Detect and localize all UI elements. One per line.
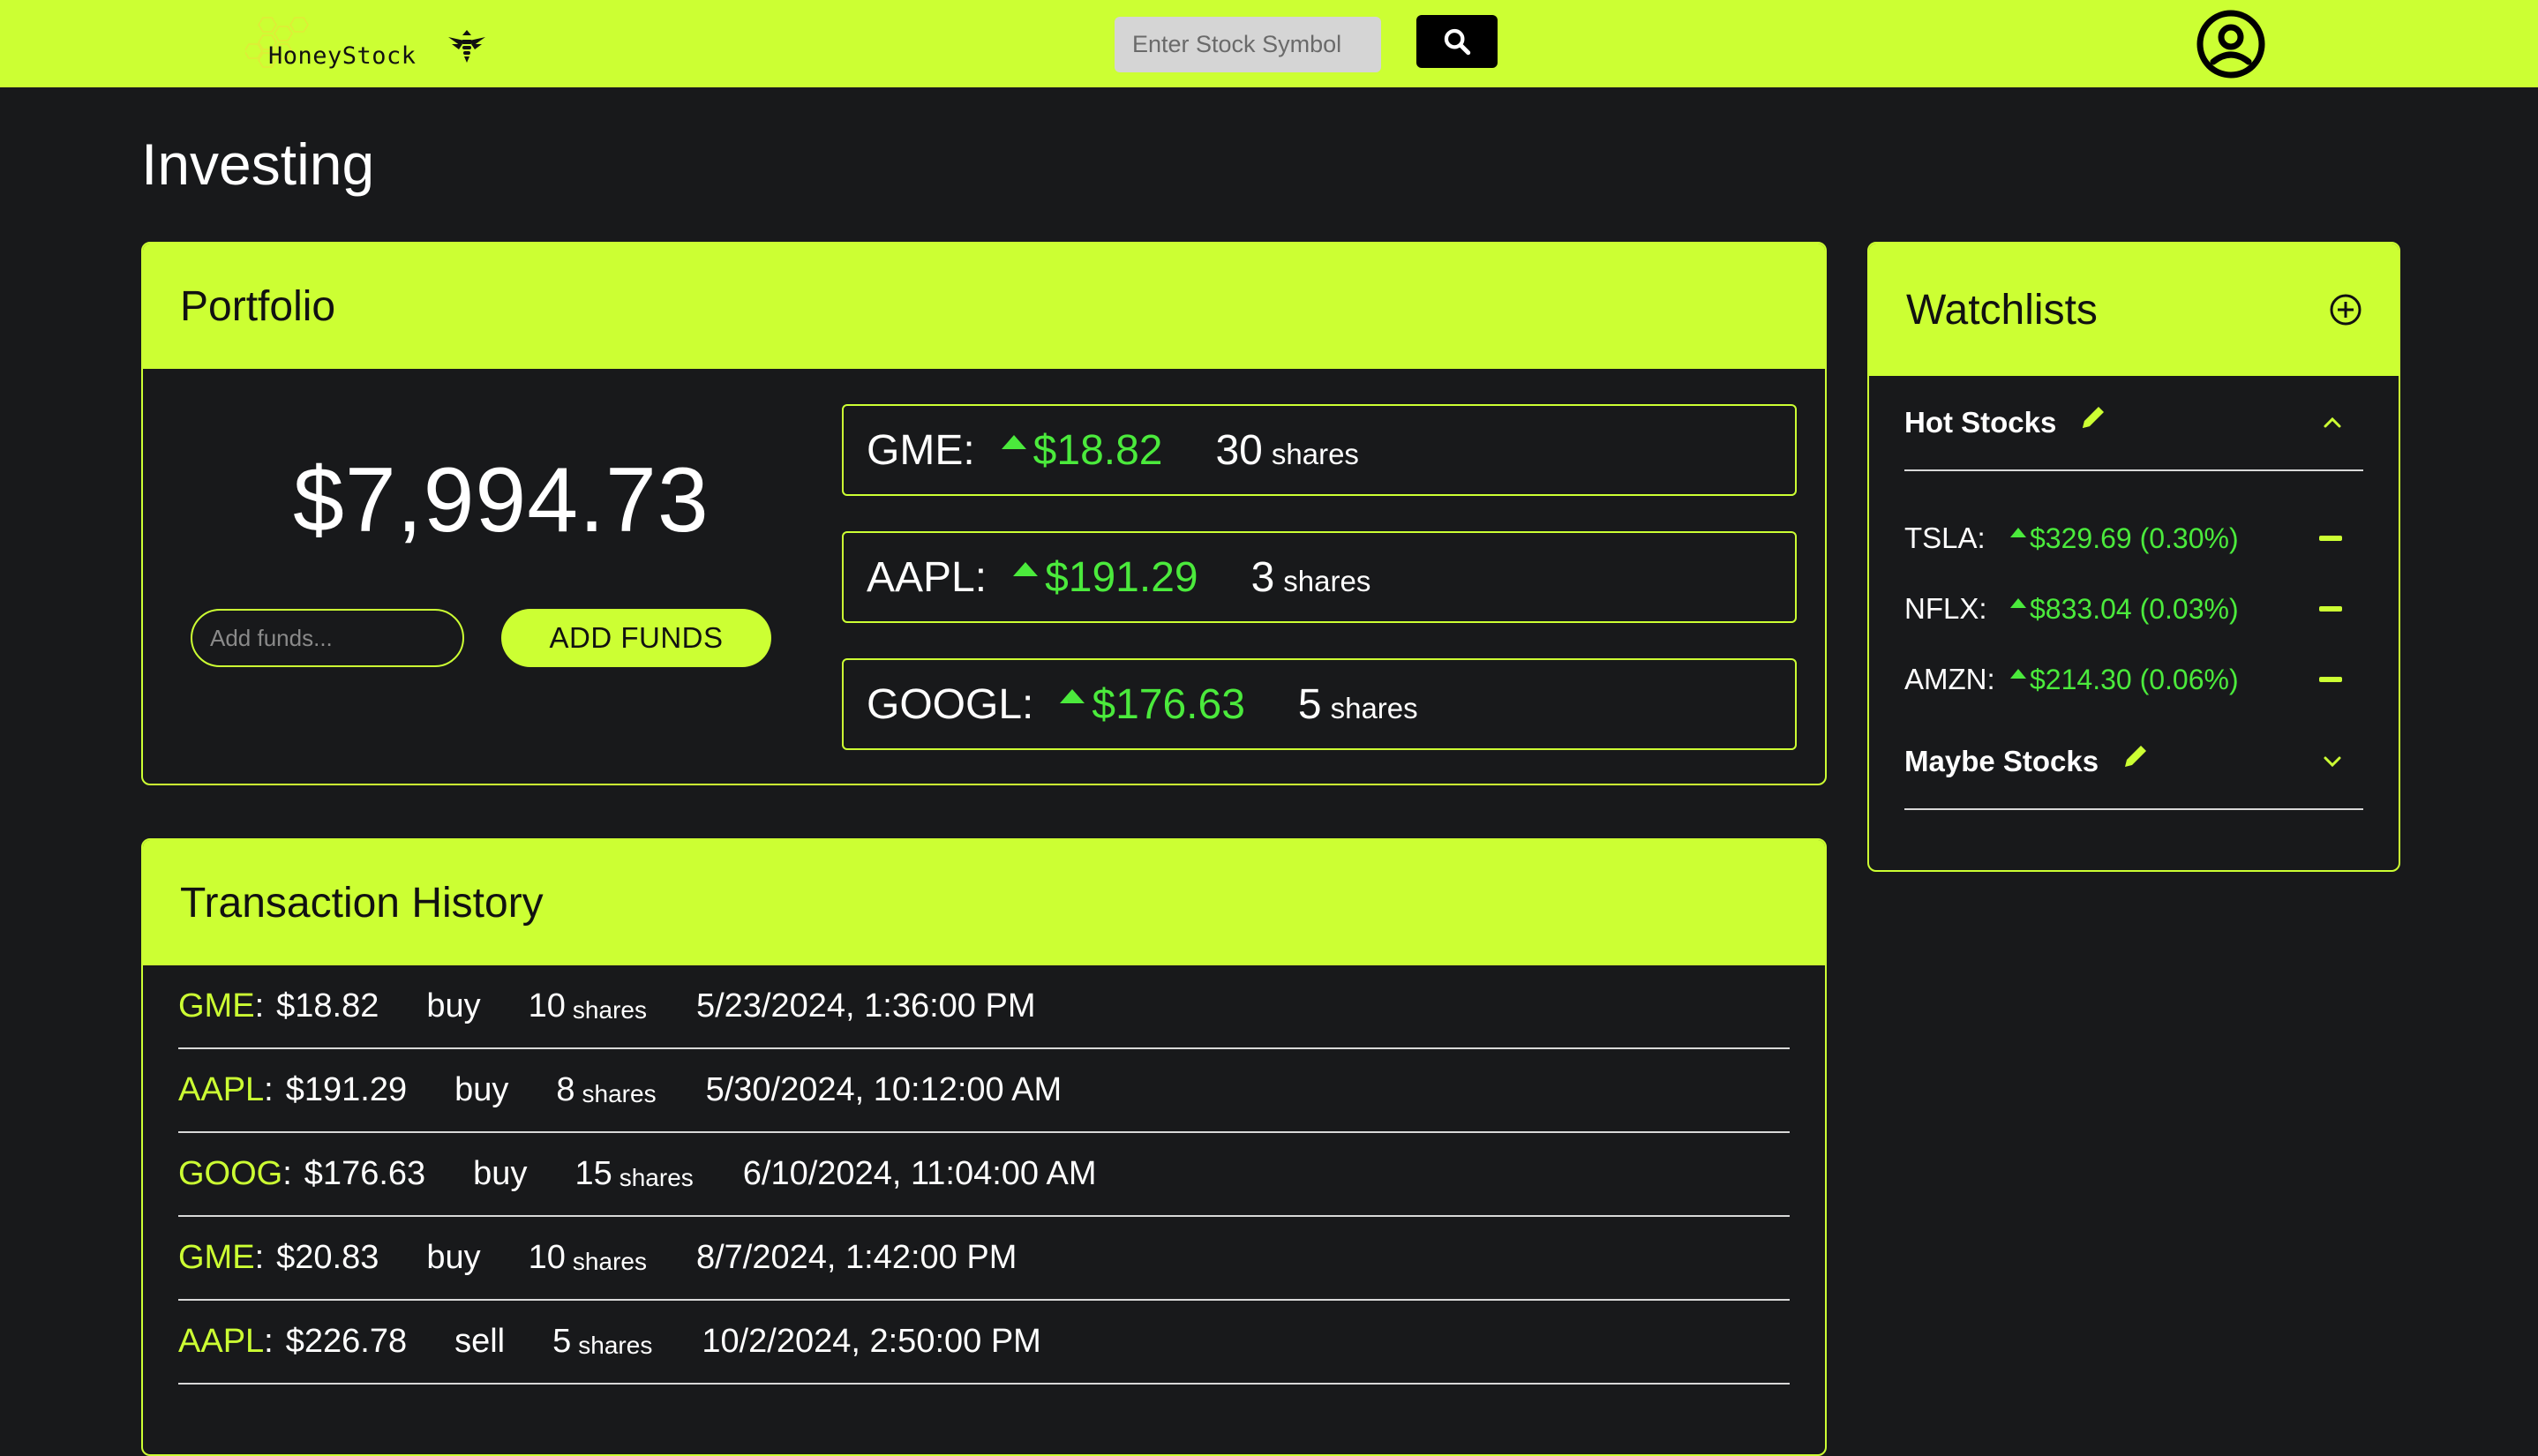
watchlist-price: $833.04 (0.03%) <box>2030 592 2239 625</box>
tx-type: buy <box>426 1239 481 1276</box>
logo-text: HoneyStock <box>268 42 417 70</box>
holding-unit: shares <box>1330 692 1418 724</box>
tx-quantity: 15 <box>574 1155 612 1192</box>
search-icon <box>1444 28 1471 56</box>
holding-unit: shares <box>1271 438 1359 470</box>
page-title: Investing <box>141 131 375 197</box>
bee-icon <box>448 30 485 63</box>
holding-quantity: 30 <box>1215 426 1263 474</box>
tx-date: 8/7/2024, 1:42:00 PM <box>695 1239 1017 1276</box>
top-navbar: HoneyStock <box>0 0 2538 87</box>
holding-row[interactable]: GOOGL: $176.63 5 shares <box>842 658 1797 750</box>
watchlist-price: $214.30 (0.06%) <box>2030 663 2239 695</box>
transaction-row: GME: $18.82 buy 10 shares 5/23/2024, 1:3… <box>178 965 1790 1049</box>
tx-price: $191.29 <box>285 1071 408 1108</box>
tx-quantity: 8 <box>556 1071 575 1108</box>
holding-symbol: GME: <box>867 426 975 474</box>
up-arrow-icon <box>2010 597 2026 608</box>
holding-row[interactable]: GME: $18.82 30 shares <box>842 404 1797 496</box>
transaction-history-header: Transaction History <box>143 840 1825 965</box>
watchlist-item[interactable]: TSLA: $329.69 (0.30%) <box>1904 512 2363 565</box>
holding-price: $176.63 <box>1092 680 1245 728</box>
tx-symbol[interactable]: AAPL <box>178 1323 264 1361</box>
search-button[interactable] <box>1416 15 1498 68</box>
watchlist-name: Hot Stocks <box>1904 406 2057 439</box>
up-arrow-icon <box>1060 689 1085 703</box>
holding-symbol: GOOGL: <box>867 680 1034 728</box>
remove-icon[interactable] <box>2319 536 2342 541</box>
watchlist-symbol: AMZN: <box>1904 663 1995 695</box>
tx-quantity: 10 <box>528 987 566 1024</box>
stock-search-input[interactable] <box>1115 17 1381 72</box>
tx-unit: shares <box>578 1331 653 1359</box>
pencil-icon[interactable] <box>2077 402 2109 433</box>
tx-type: sell <box>454 1323 506 1360</box>
tx-unit: shares <box>582 1079 657 1107</box>
add-funds-button[interactable]: ADD FUNDS <box>501 609 771 667</box>
tx-unit: shares <box>619 1163 694 1191</box>
add-funds-input[interactable] <box>191 609 464 667</box>
up-arrow-icon <box>1013 562 1039 576</box>
holding-unit: shares <box>1283 565 1371 597</box>
holding-price: $191.29 <box>1045 553 1198 601</box>
tx-price: $176.63 <box>304 1155 426 1192</box>
tx-unit: shares <box>572 1247 647 1275</box>
remove-icon[interactable] <box>2319 677 2342 682</box>
tx-symbol[interactable]: GME <box>178 987 255 1025</box>
tx-quantity: 10 <box>528 1239 566 1276</box>
watchlist-header-maybe-stocks[interactable]: Maybe Stocks <box>1904 715 2363 810</box>
watchlists-card: Watchlists Hot Stocks TSLA: $329.69 (0.3… <box>1867 242 2400 872</box>
holding-row[interactable]: AAPL: $191.29 3 shares <box>842 531 1797 623</box>
transaction-row: GOOG: $176.63 buy 15 shares 6/10/2024, 1… <box>178 1133 1790 1217</box>
transaction-history-card: Transaction History GME: $18.82 buy 10 s… <box>141 838 1827 1456</box>
tx-price: $20.83 <box>276 1239 379 1276</box>
up-arrow-icon <box>2010 668 2026 679</box>
watchlist-header-hot-stocks[interactable]: Hot Stocks <box>1904 376 2363 471</box>
transaction-history-title: Transaction History <box>180 879 544 927</box>
chevron-down-icon[interactable] <box>2321 750 2344 773</box>
tx-type: buy <box>454 1071 509 1108</box>
tx-date: 10/2/2024, 2:50:00 PM <box>702 1323 1041 1360</box>
tx-price: $226.78 <box>285 1323 408 1360</box>
tx-unit: shares <box>572 995 647 1024</box>
tx-date: 5/23/2024, 1:36:00 PM <box>695 987 1036 1024</box>
logo[interactable]: HoneyStock <box>245 12 422 79</box>
chevron-up-icon[interactable] <box>2321 411 2344 434</box>
portfolio-card: Portfolio $7,994.73 ADD FUNDS GME: $18.8… <box>141 242 1827 785</box>
watchlists-header: Watchlists <box>1869 244 2399 376</box>
watchlist-item[interactable]: AMZN: $214.30 (0.06%) <box>1904 653 2363 706</box>
holding-quantity: 3 <box>1250 553 1275 601</box>
watchlists-title: Watchlists <box>1906 286 2098 334</box>
holding-price: $18.82 <box>1032 426 1163 474</box>
tx-date: 6/10/2024, 11:04:00 AM <box>742 1155 1097 1192</box>
watchlist-symbol: NFLX: <box>1904 592 1987 625</box>
transaction-row: GME: $20.83 buy 10 shares 8/7/2024, 1:42… <box>178 1217 1790 1301</box>
holding-quantity: 5 <box>1297 680 1322 728</box>
tx-quantity: 5 <box>552 1323 572 1360</box>
tx-symbol[interactable]: AAPL <box>178 1071 264 1109</box>
tx-type: buy <box>426 987 481 1024</box>
portfolio-title: Portfolio <box>180 282 336 330</box>
holding-symbol: AAPL: <box>867 553 987 601</box>
up-arrow-icon <box>2010 527 2026 537</box>
add-circle-icon[interactable] <box>2328 292 2363 327</box>
pencil-icon[interactable] <box>2120 740 2151 772</box>
transaction-row: AAPL: $191.29 buy 8 shares 5/30/2024, 10… <box>178 1049 1790 1133</box>
account-circle-icon[interactable] <box>2196 9 2266 79</box>
transaction-row: AAPL: $226.78 sell 5 shares 10/2/2024, 2… <box>178 1301 1790 1385</box>
watchlist-price: $329.69 (0.30%) <box>2030 522 2239 554</box>
tx-price: $18.82 <box>276 987 379 1024</box>
tx-symbol[interactable]: GOOG <box>178 1155 282 1193</box>
tx-symbol[interactable]: GME <box>178 1239 255 1277</box>
watchlist-symbol: TSLA: <box>1904 522 1986 554</box>
tx-type: buy <box>473 1155 528 1192</box>
up-arrow-icon <box>1001 435 1026 449</box>
tx-date: 5/30/2024, 10:12:00 AM <box>705 1071 1063 1108</box>
portfolio-header: Portfolio <box>143 244 1825 369</box>
watchlist-name: Maybe Stocks <box>1904 745 2099 777</box>
watchlist-item[interactable]: NFLX: $833.04 (0.03%) <box>1904 582 2363 635</box>
remove-icon[interactable] <box>2319 606 2342 612</box>
